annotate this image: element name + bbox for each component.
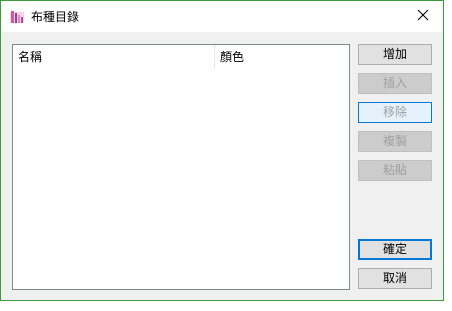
close-icon	[417, 9, 429, 24]
window-title: 布種目錄	[31, 10, 80, 24]
list-header: 名稱 顏色	[13, 45, 349, 69]
close-button[interactable]	[403, 1, 443, 32]
fabric-catalog-icon	[9, 9, 25, 25]
add-button[interactable]: 增加	[358, 44, 432, 65]
title-bar: 布種目錄	[1, 1, 443, 32]
column-header-color[interactable]: 顏色	[215, 45, 349, 69]
cancel-button[interactable]: 取消	[358, 268, 432, 289]
copy-button[interactable]: 複製	[358, 131, 432, 152]
dialog-window: 布種目錄 名稱 顏色 增加 插入 移除 複製 粘貼 確定 取消	[0, 0, 444, 301]
column-header-name[interactable]: 名稱	[13, 45, 215, 69]
insert-button[interactable]: 插入	[358, 73, 432, 94]
remove-button[interactable]: 移除	[358, 102, 432, 123]
fabric-list[interactable]: 名稱 顏色	[12, 44, 350, 290]
ok-button[interactable]: 確定	[358, 239, 432, 260]
paste-button[interactable]: 粘貼	[358, 160, 432, 181]
